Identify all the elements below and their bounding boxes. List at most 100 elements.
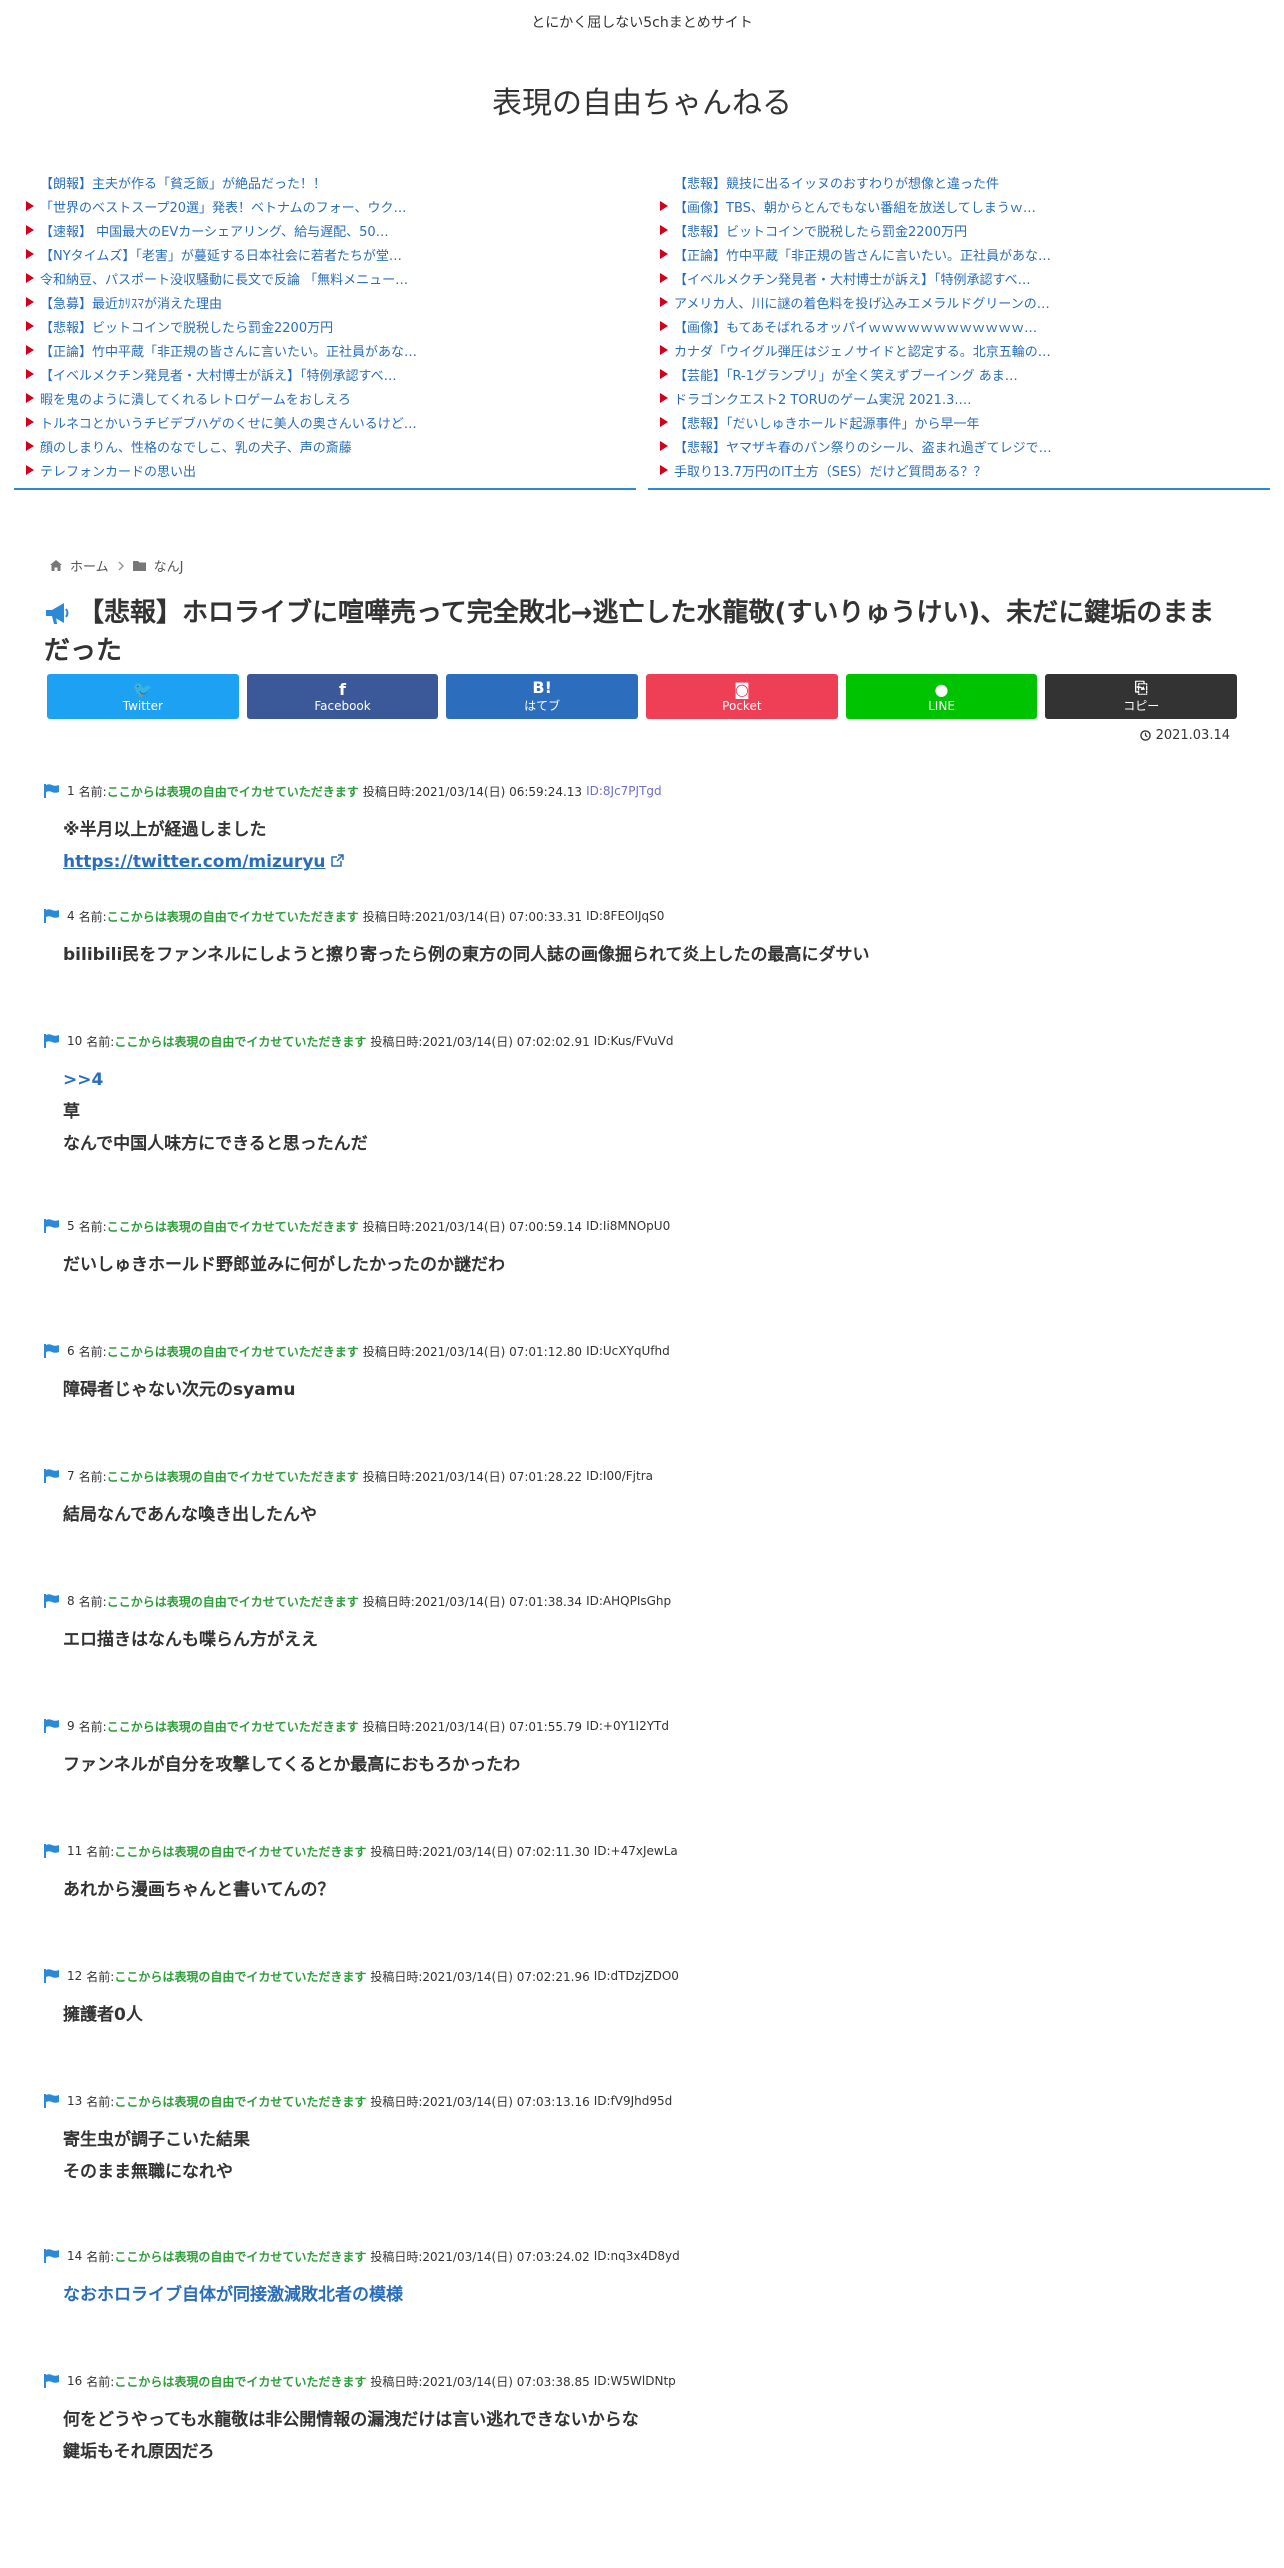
rss-link[interactable]: 【正論】竹中平蔵「非正規の皆さんに言いたい。正社員があな… xyxy=(648,242,1270,266)
comment-header: 9 名前: ここからは表現の自由でイカせていただきます 投稿日時:2021/03/14… xyxy=(44,1715,1240,1737)
flag-icon xyxy=(44,2094,59,2108)
comment-body: あれから漫画ちゃんと書いてんの？ xyxy=(63,1874,1240,1906)
facebook-icon: f xyxy=(339,679,346,699)
triangle-right-icon xyxy=(26,345,34,355)
rss-link[interactable]: ドラゴンクエスト2 TORUのゲーム実況 2021.3.… xyxy=(648,386,1270,410)
triangle-right-icon xyxy=(26,297,34,307)
comment-date: 投稿日時:2021/03/14(日) 07:02:02.91 xyxy=(370,1034,590,1049)
rss-link[interactable]: カナダ「ウイグル弾圧はジェノサイドと認定する。北京五輪の… xyxy=(648,338,1270,362)
rss-link-text: アメリカ人、川に謎の着色料を投げ込みエメラルドグリーンの… xyxy=(674,296,1050,312)
comment-id: ID:Ii8MNOpU0 xyxy=(586,1219,671,1233)
comment-body: 擁護者0人 xyxy=(63,1999,1240,2031)
comment-date: 投稿日時:2021/03/14(日) 07:02:11.30 xyxy=(370,1844,590,1859)
comment-body: 結局なんであんな喚き出したんや xyxy=(63,1499,1240,1531)
rss-link[interactable]: 【速報】 中国最大のEVカーシェアリング、給与遅配、50… xyxy=(14,218,636,242)
breadcrumb: ホーム なんJ xyxy=(50,556,183,575)
rss-link[interactable]: 【悲報】ビットコインで脱税したら罰金2200万円 xyxy=(648,218,1270,242)
flag-icon xyxy=(44,1034,59,1048)
rss-link-text: ドラゴンクエスト2 TORUのゲーム実況 2021.3.… xyxy=(674,392,972,408)
comment-header: 14 名前: ここからは表現の自由でイカせていただきます 投稿日時:2021/03/1… xyxy=(44,2245,1240,2267)
triangle-right-icon xyxy=(660,441,668,451)
rss-link[interactable]: 【悲報】競技に出るイッヌのおすわりが想像と違った件 xyxy=(648,170,1270,194)
share-line-button[interactable]: ● LINE xyxy=(845,674,1038,719)
rss-link-text: 【悲報】「だいしゅきホールド起源事件」から早一年 xyxy=(674,416,980,432)
triangle-right-icon xyxy=(26,417,34,427)
triangle-right-icon xyxy=(660,321,668,331)
comment-name-label: 名前: xyxy=(78,784,107,799)
triangle-right-icon xyxy=(660,297,668,307)
comment-number: 13 xyxy=(67,2094,83,2108)
comment-id: ID:I00/Fjtra xyxy=(586,1469,653,1483)
share-twitter-button[interactable]: 🐦 Twitter xyxy=(47,674,239,719)
clock-icon xyxy=(1139,730,1151,741)
rss-link-text: 【画像】TBS、朝からとんでもない番組を放送してしまうｗ… xyxy=(674,200,1036,216)
rss-link[interactable]: 【イベルメクチン発見者・大村博士が訴え】「特例承認すべ… xyxy=(14,362,636,386)
rss-link[interactable]: アメリカ人、川に謎の着色料を投げ込みエメラルドグリーンの… xyxy=(648,290,1270,314)
comment-name-label: 名前: xyxy=(78,909,107,924)
comment: 1 名前: ここからは表現の自由でイカせていただきます 投稿日時:2021/03/14… xyxy=(44,780,1240,878)
rss-link[interactable]: 手取り13.7万円のIT土方（SES）だけど質問ある？？ xyxy=(648,458,1270,482)
breadcrumb-home[interactable]: ホーム xyxy=(70,556,109,575)
share-pocket-button[interactable]: ◙ Pocket xyxy=(646,674,838,719)
rss-link[interactable]: トルネコとかいうチビデブハゲのくせに美人の奥さんいるけど… xyxy=(14,410,636,434)
rss-link[interactable]: 【NYタイムズ】「老害」が蔓延する日本社会に若者たちが堂… xyxy=(14,242,636,266)
rss-link[interactable]: 【悲報】「だいしゅきホールド起源事件」から早一年 xyxy=(648,410,1270,434)
comment: 13 名前: ここからは表現の自由でイカせていただきます 投稿日時:2021/03/1… xyxy=(44,2090,1240,2188)
rss-link[interactable]: 【画像】TBS、朝からとんでもない番組を放送してしまうｗ… xyxy=(648,194,1270,218)
rss-link[interactable]: 顔のしまりん、性格のなでしこ、乳の犬子、声の斎藤 xyxy=(14,434,636,458)
site-title[interactable]: 表現の自由ちゃんねる xyxy=(0,78,1284,121)
comment-number: 14 xyxy=(67,2249,83,2263)
article-title-text: 【悲報】ホロライブに喧嘩売って完全敗北→逃亡した水龍敬(すいりゅうけい)、未だに… xyxy=(44,598,1215,666)
rss-link-text: 【画像】もてあそばれるオッパイｗｗｗｗｗｗｗｗｗｗｗｗ… xyxy=(674,320,1038,336)
share-label: Twitter xyxy=(122,698,163,713)
rss-column-left: 【朗報】主夫が作る「貧乏飯」が絶品だった！！ 「世界のベストスープ20選」発表！ベ… xyxy=(14,170,636,490)
breadcrumb-category[interactable]: なんJ xyxy=(154,556,184,575)
flag-icon xyxy=(44,1844,59,1858)
comment-header: 5 名前: ここからは表現の自由でイカせていただきます 投稿日時:2021/03/14… xyxy=(44,1215,1240,1237)
comment-line: エロ描きはなんも喋らん方がええ xyxy=(63,1630,318,1650)
triangle-right-icon xyxy=(660,465,668,475)
share-はてブ-button[interactable]: B! はてブ xyxy=(446,674,639,719)
rss-link-text: 【悲報】競技に出るイッヌのおすわりが想像と違った件 xyxy=(674,176,1000,192)
rss-link[interactable]: テレフォンカードの思い出 xyxy=(14,458,636,482)
rss-link[interactable]: 【悲報】ビットコインで脱税したら罰金2200万円 xyxy=(14,314,636,338)
rss-link[interactable]: 【朗報】主夫が作る「貧乏飯」が絶品だった！！ xyxy=(14,170,636,194)
comment-number: 7 xyxy=(67,1469,75,1483)
comment: 6 名前: ここからは表現の自由でイカせていただきます 投稿日時:2021/03/14… xyxy=(44,1340,1240,1406)
rss-link-text: 【速報】 中国最大のEVカーシェアリング、給与遅配、50… xyxy=(40,224,389,240)
comment: 7 名前: ここからは表現の自由でイカせていただきます 投稿日時:2021/03/14… xyxy=(44,1465,1240,1531)
rss-link[interactable]: 「世界のベストスープ20選」発表！ベトナムのフォー、ウク… xyxy=(14,194,636,218)
rss-link[interactable]: 【画像】もてあそばれるオッパイｗｗｗｗｗｗｗｗｗｗｗｗ… xyxy=(648,314,1270,338)
comment-body: >>4 草なんで中国人味方にできると思ったんだ xyxy=(63,1064,1240,1160)
share-facebook-button[interactable]: f Facebook xyxy=(246,674,439,719)
comment-header: 12 名前: ここからは表現の自由でイカせていただきます 投稿日時:2021/03/1… xyxy=(44,1965,1240,1987)
triangle-right-icon xyxy=(26,201,34,211)
triangle-right-icon xyxy=(26,369,34,379)
rss-link[interactable]: 【急募】最近ｶﾘｽﾏが消えた理由 xyxy=(14,290,636,314)
comment-link[interactable]: https://twitter.com/mizuryu xyxy=(63,852,326,872)
share-コピー-button[interactable]: ⎘ コピー xyxy=(1045,674,1238,719)
comment-number: 16 xyxy=(67,2374,83,2388)
comment-line: 結局なんであんな喚き出したんや xyxy=(63,1505,317,1525)
rss-link[interactable]: 暇を鬼のように潰してくれるレトロゲームをおしえろ xyxy=(14,386,636,410)
post-date: 2021.03.14 xyxy=(1139,728,1230,743)
comment-body: bilibili民をファンネルにしようと擦り寄ったら例の東方の同人誌の画像掘られ… xyxy=(63,939,1240,971)
comment-line: 擁護者0人 xyxy=(63,2005,143,2025)
rss-link[interactable]: 【芸能】「R-1グランプリ」が全く笑えずブーイング あま… xyxy=(648,362,1270,386)
comment-number: 6 xyxy=(67,1344,75,1358)
flag-icon xyxy=(44,1969,59,1983)
rss-link[interactable]: 【イベルメクチン発見者・大村博士が訴え】「特例承認すべ… xyxy=(648,266,1270,290)
comment-line[interactable]: >>4 xyxy=(63,1064,1240,1096)
triangle-right-icon xyxy=(26,177,34,187)
comment: 10 名前: ここからは表現の自由でイカせていただきます 投稿日時:2021/03/1… xyxy=(44,1030,1240,1160)
triangle-right-icon xyxy=(660,393,668,403)
rss-link[interactable]: 令和納豆、パスポート没収騒動に長文で反論 「無料メニュー… xyxy=(14,266,636,290)
comment-body: ※半月以上が経過しました https://twitter.com/mizuryu xyxy=(63,814,1240,878)
rss-link[interactable]: 【悲報】ヤマザキ春のパン祭りのシール、盗まれ過ぎてレジで… xyxy=(648,434,1270,458)
rss-link[interactable]: 【正論】竹中平蔵「非正規の皆さんに言いたい。正社員があな… xyxy=(14,338,636,362)
comment: 14 名前: ここからは表現の自由でイカせていただきます 投稿日時:2021/03/1… xyxy=(44,2245,1240,2311)
comment-name-label: 名前: xyxy=(86,1969,115,1984)
comment-author: ここからは表現の自由でイカせていただきます xyxy=(114,1034,367,1049)
comment-author: ここからは表現の自由でイカせていただきます xyxy=(114,1844,367,1859)
comment-id: ID:W5WlDNtp xyxy=(593,2374,676,2388)
